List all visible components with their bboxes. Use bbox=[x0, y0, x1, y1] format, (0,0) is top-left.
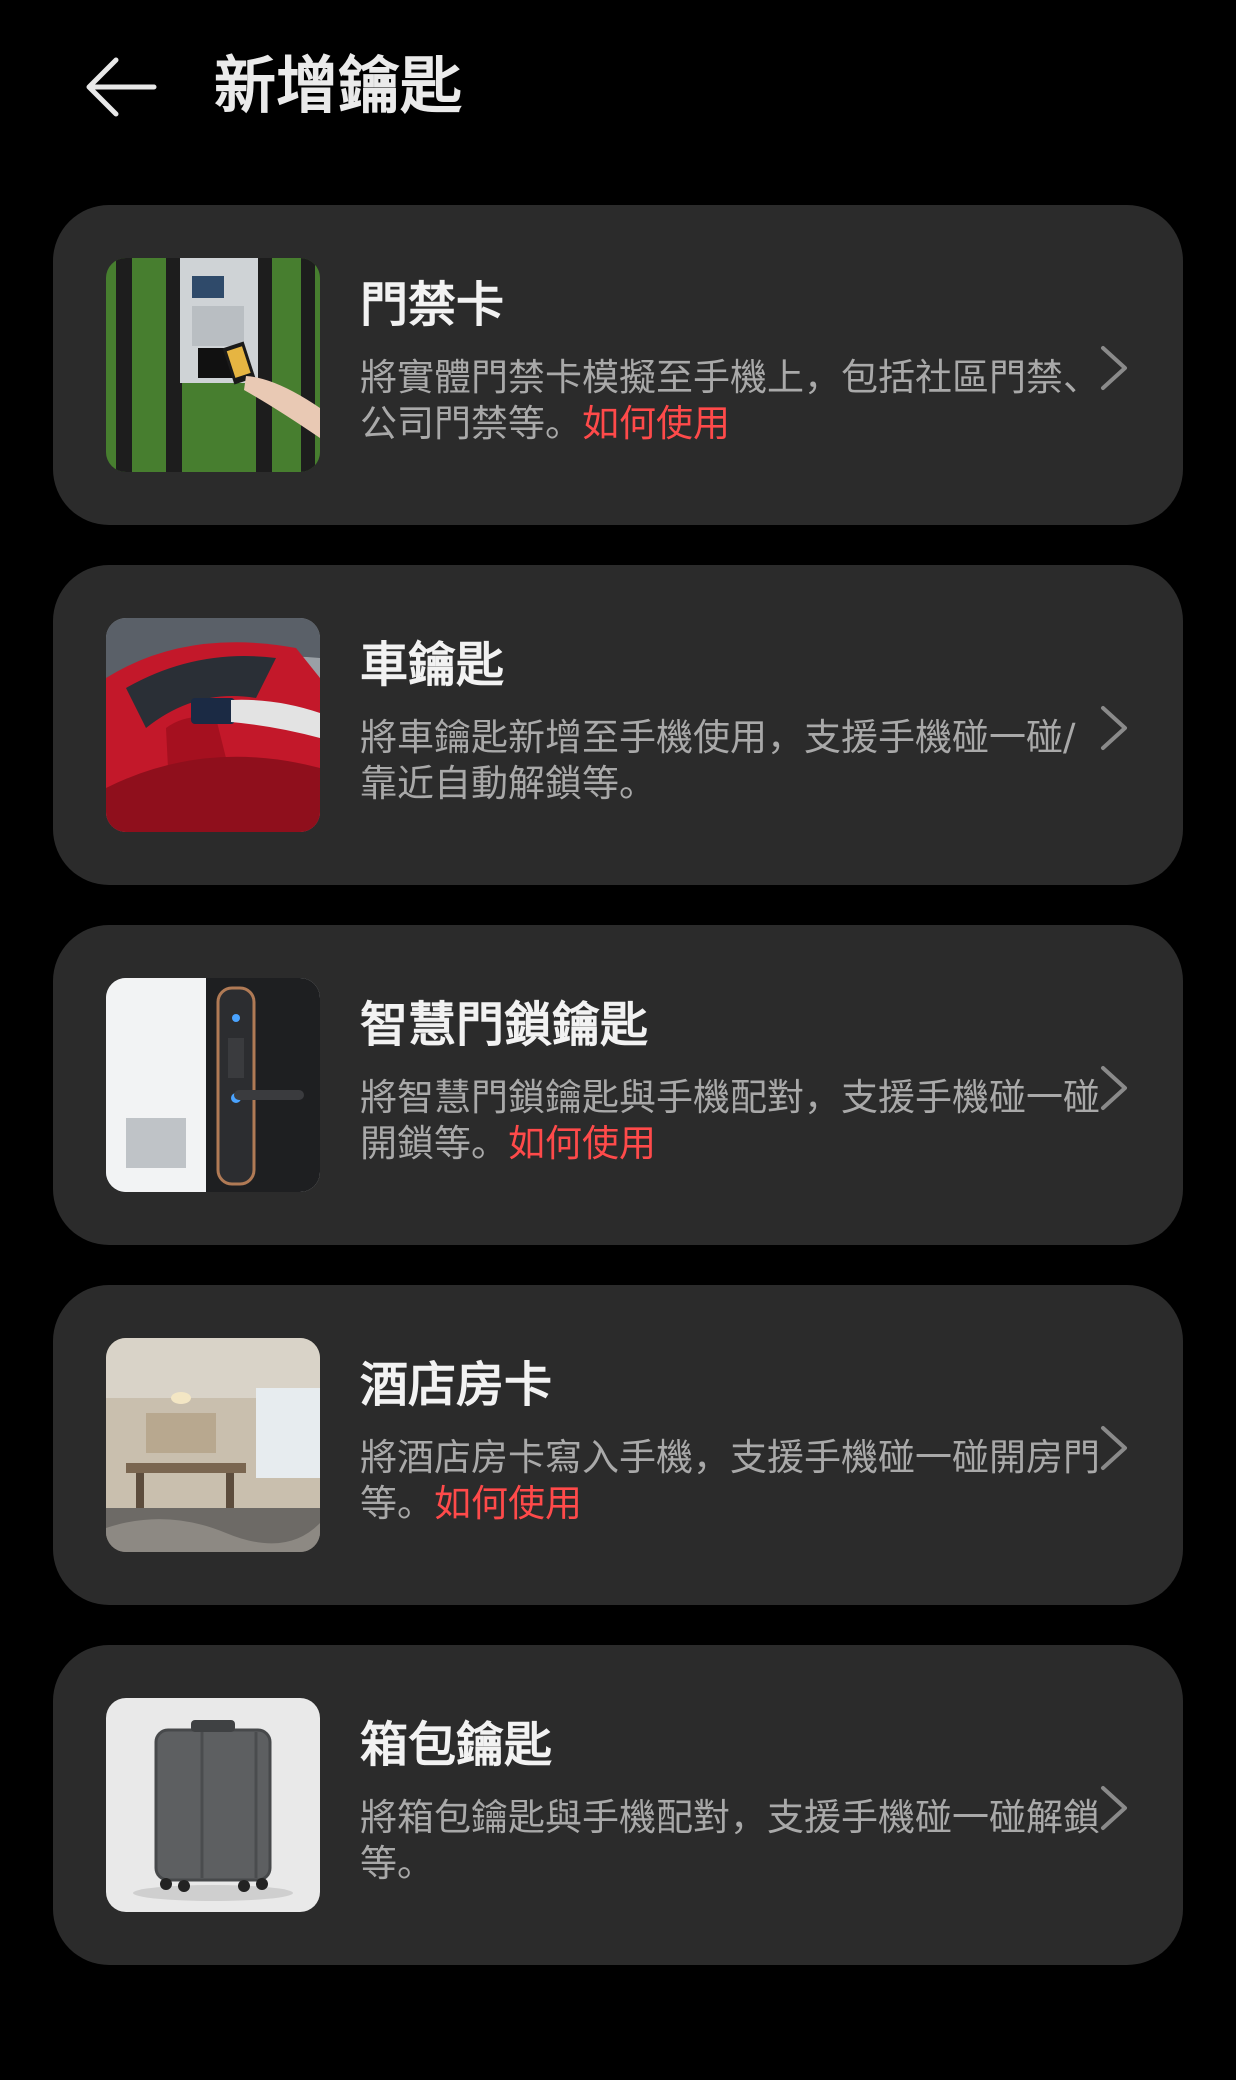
how-to-use-link[interactable]: 如何使用 bbox=[434, 1482, 582, 1525]
card-description-text: 將實體門禁卡模擬至手機上，包括社區門禁、公司門禁等。 bbox=[360, 356, 1100, 445]
card-title: 智慧門鎖鑰匙 bbox=[360, 997, 649, 1053]
card-description: 將智慧門鎖鑰匙與手機配對，支援手機碰一碰開鎖等。如何使用 bbox=[360, 1075, 1110, 1167]
card-title: 箱包鑰匙 bbox=[360, 1717, 553, 1773]
card-description: 將實體門禁卡模擬至手機上，包括社區門禁、公司門禁等。如何使用 bbox=[360, 355, 1110, 447]
card-description: 將箱包鑰匙與手機配對，支援手機碰一碰解鎖等。 bbox=[360, 1795, 1110, 1887]
card-description-text: 將箱包鑰匙與手機配對，支援手機碰一碰解鎖等。 bbox=[360, 1796, 1100, 1885]
arrow-left-icon bbox=[86, 57, 157, 117]
card-title: 酒店房卡 bbox=[360, 1357, 553, 1413]
hotel-room-card-item[interactable]: 酒店房卡 將酒店房卡寫入手機，支援手機碰一碰開房門等。如何使用 bbox=[53, 1285, 1183, 1605]
chevron-right-icon bbox=[1101, 1786, 1127, 1830]
top-bar: 新增鑰匙 bbox=[0, 0, 1236, 175]
card-description: 將酒店房卡寫入手機，支援手機碰一碰開房門等。如何使用 bbox=[360, 1435, 1110, 1527]
smart-lock-image bbox=[106, 978, 320, 1192]
card-title: 門禁卡 bbox=[360, 277, 505, 333]
page-title: 新增鑰匙 bbox=[214, 49, 463, 122]
back-button[interactable] bbox=[84, 52, 158, 122]
hotel-room-image bbox=[106, 1338, 320, 1552]
card-description-text: 將智慧門鎖鑰匙與手機配對，支援手機碰一碰開鎖等。 bbox=[360, 1076, 1100, 1165]
access-card-image bbox=[106, 258, 320, 472]
chevron-right-icon bbox=[1101, 1426, 1127, 1470]
luggage-image bbox=[106, 1698, 320, 1912]
smart-lock-key-item[interactable]: 智慧門鎖鑰匙 將智慧門鎖鑰匙與手機配對，支援手機碰一碰開鎖等。如何使用 bbox=[53, 925, 1183, 1245]
how-to-use-link[interactable]: 如何使用 bbox=[508, 1122, 656, 1165]
chevron-right-icon bbox=[1101, 1066, 1127, 1110]
access-card-item[interactable]: 門禁卡 將實體門禁卡模擬至手機上，包括社區門禁、公司門禁等。如何使用 bbox=[53, 205, 1183, 525]
chevron-right-icon bbox=[1101, 346, 1127, 390]
car-key-image bbox=[106, 618, 320, 832]
how-to-use-link[interactable]: 如何使用 bbox=[582, 402, 730, 445]
chevron-right-icon bbox=[1101, 706, 1127, 750]
card-description: 將車鑰匙新增至手機使用，支援手機碰一碰/靠近自動解鎖等。 bbox=[360, 715, 1110, 807]
card-description-text: 將車鑰匙新增至手機使用，支援手機碰一碰/靠近自動解鎖等。 bbox=[360, 716, 1076, 805]
car-key-item[interactable]: 車鑰匙 將車鑰匙新增至手機使用，支援手機碰一碰/靠近自動解鎖等。 bbox=[53, 565, 1183, 885]
luggage-key-item[interactable]: 箱包鑰匙 將箱包鑰匙與手機配對，支援手機碰一碰解鎖等。 bbox=[53, 1645, 1183, 1965]
card-title: 車鑰匙 bbox=[360, 637, 505, 693]
